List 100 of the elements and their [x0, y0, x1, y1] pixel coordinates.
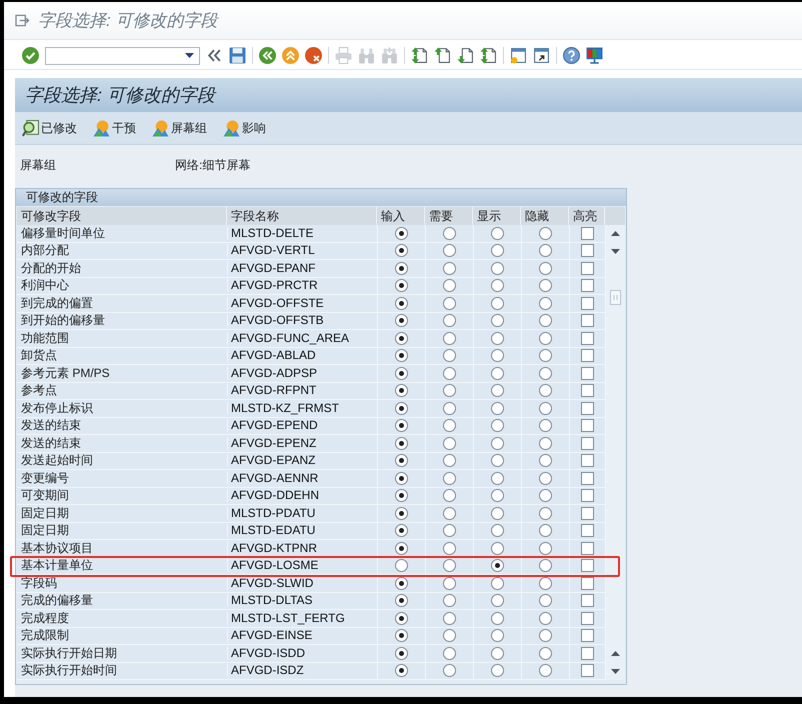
radio-button[interactable]: [539, 419, 552, 432]
radio-button[interactable]: [395, 489, 408, 502]
radio-button[interactable]: [491, 454, 504, 468]
checkbox[interactable]: [581, 506, 594, 520]
radio-button[interactable]: [395, 542, 408, 555]
radio-button[interactable]: [539, 542, 552, 555]
radio-button[interactable]: [539, 384, 552, 398]
checkbox[interactable]: [581, 612, 594, 625]
radio-button[interactable]: [491, 542, 504, 555]
radio-button[interactable]: [443, 314, 456, 328]
radio-button[interactable]: [491, 314, 504, 328]
radio-button[interactable]: [539, 226, 552, 240]
checkbox[interactable]: [581, 314, 594, 328]
radio-button[interactable]: [395, 629, 408, 642]
radio-button[interactable]: [539, 366, 552, 380]
checkbox[interactable]: [581, 402, 594, 415]
radio-button[interactable]: [491, 402, 504, 415]
radio-button[interactable]: [491, 419, 504, 432]
radio-button[interactable]: [395, 612, 408, 625]
radio-button[interactable]: [443, 349, 456, 362]
radio-button[interactable]: [491, 629, 504, 642]
circle-x-icon[interactable]: [305, 47, 322, 64]
caret-down-icon[interactable]: [185, 53, 194, 58]
radio-button[interactable]: [539, 472, 552, 485]
radio-button[interactable]: [491, 664, 504, 678]
checkbox[interactable]: [581, 419, 594, 432]
page-arrow-down-icon[interactable]: [457, 47, 474, 64]
radio-button[interactable]: [395, 332, 408, 345]
command-field[interactable]: [45, 46, 200, 64]
radio-button[interactable]: [539, 646, 552, 660]
box-arrow-icon[interactable]: [15, 14, 30, 27]
radio-button[interactable]: [395, 454, 408, 468]
checkbox[interactable]: [581, 646, 594, 660]
checkbox[interactable]: [581, 489, 594, 502]
radio-button[interactable]: [395, 576, 408, 590]
checkmark-icon[interactable]: [22, 47, 39, 64]
radio-button[interactable]: [443, 576, 456, 590]
radio-button[interactable]: [491, 489, 504, 502]
radio-button[interactable]: [539, 279, 552, 292]
radio-button[interactable]: [539, 612, 552, 625]
checkbox[interactable]: [581, 454, 594, 468]
radio-button[interactable]: [395, 419, 408, 432]
radio-button[interactable]: [491, 506, 504, 520]
page-arrows-icon[interactable]: [480, 47, 497, 64]
radio-button[interactable]: [491, 279, 504, 292]
radio-button[interactable]: [443, 454, 456, 468]
radio-button[interactable]: [539, 262, 552, 275]
radio-button[interactable]: [395, 244, 408, 258]
radio-button[interactable]: [491, 436, 504, 450]
radio-button[interactable]: [395, 506, 408, 520]
radio-button[interactable]: [443, 244, 456, 258]
radio-button[interactable]: [395, 226, 408, 240]
radio-button[interactable]: [491, 262, 504, 275]
radio-button[interactable]: [443, 506, 456, 520]
radio-button[interactable]: [443, 629, 456, 642]
checkbox[interactable]: [581, 332, 594, 345]
checkbox[interactable]: [581, 542, 594, 555]
radio-button[interactable]: [395, 262, 408, 275]
radio-button[interactable]: [539, 664, 552, 678]
radio-button[interactable]: [443, 612, 456, 625]
radio-button[interactable]: [539, 436, 552, 450]
radio-button[interactable]: [539, 629, 552, 642]
radio-button[interactable]: [395, 559, 408, 572]
radio-button[interactable]: [443, 594, 456, 608]
radio-button[interactable]: [491, 384, 504, 398]
checkbox[interactable]: [581, 664, 594, 678]
circle-chevrons-left-icon[interactable]: [259, 47, 276, 64]
radio-button[interactable]: [491, 244, 504, 258]
radio-button[interactable]: [539, 244, 552, 258]
radio-button[interactable]: [443, 542, 456, 555]
checkbox[interactable]: [581, 576, 594, 590]
radio-button[interactable]: [539, 594, 552, 608]
radio-button[interactable]: [395, 524, 408, 538]
page-arrows-icon[interactable]: [411, 47, 428, 64]
radio-button[interactable]: [443, 664, 456, 678]
save-icon[interactable]: [229, 47, 246, 64]
checkbox[interactable]: [581, 349, 594, 362]
radio-button[interactable]: [443, 279, 456, 292]
checkbox[interactable]: [581, 366, 594, 380]
radio-button[interactable]: [443, 646, 456, 660]
radio-button[interactable]: [395, 472, 408, 485]
radio-button[interactable]: [491, 226, 504, 240]
help-icon[interactable]: [563, 47, 580, 64]
radio-button[interactable]: [443, 524, 456, 538]
radio-button[interactable]: [395, 402, 408, 415]
radio-button[interactable]: [443, 262, 456, 275]
radio-button[interactable]: [491, 646, 504, 660]
radio-button[interactable]: [539, 489, 552, 502]
radio-button[interactable]: [443, 296, 456, 310]
radio-button[interactable]: [443, 419, 456, 432]
radio-button[interactable]: [539, 349, 552, 362]
radio-button[interactable]: [443, 226, 456, 240]
radio-button[interactable]: [491, 332, 504, 345]
page-arrow-up-icon[interactable]: [434, 47, 451, 64]
radio-button[interactable]: [443, 436, 456, 450]
radio-button[interactable]: [395, 349, 408, 362]
radio-button[interactable]: [443, 472, 456, 485]
radio-button[interactable]: [539, 506, 552, 520]
radio-button[interactable]: [539, 576, 552, 590]
scroll-up-icon[interactable]: [611, 231, 620, 236]
